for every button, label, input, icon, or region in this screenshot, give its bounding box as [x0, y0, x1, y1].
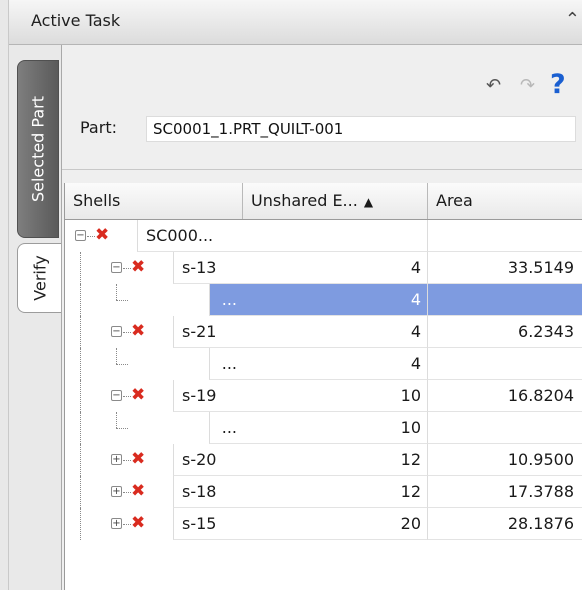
- tree-connector: [87, 236, 95, 237]
- table-row[interactable]: ... 4: [65, 348, 582, 380]
- panel-title-bar: Active Task ⌃: [9, 0, 582, 45]
- redo-icon[interactable]: ↷: [520, 75, 535, 96]
- window-edge: [0, 0, 9, 590]
- unshared-edges-cell[interactable]: 12: [243, 476, 428, 508]
- expand-icon[interactable]: +: [111, 486, 122, 497]
- column-header-area[interactable]: Area: [428, 183, 582, 219]
- unshared-edges-cell[interactable]: 4: [243, 316, 428, 348]
- unshared-edges-cell[interactable]: 4: [243, 348, 428, 380]
- error-x-icon: ✖: [131, 321, 146, 341]
- unshared-edges-cell[interactable]: 12: [243, 444, 428, 476]
- area-cell[interactable]: 28.1876: [428, 508, 582, 540]
- table-row[interactable]: − ✖ s-13 4 33.5149: [65, 252, 582, 284]
- tab-verify[interactable]: Verify: [17, 243, 61, 313]
- area-cell[interactable]: 33.5149: [428, 252, 582, 284]
- tree-connector: [116, 412, 117, 428]
- shell-name-cell[interactable]: s-13: [173, 252, 243, 284]
- area-cell[interactable]: 17.3788: [428, 476, 582, 508]
- column-header-label: Area: [436, 191, 473, 210]
- panel-title: Active Task: [31, 11, 121, 30]
- table-header: Shells Unshared E... ▲ Area: [65, 183, 582, 220]
- tree-connector: [123, 524, 131, 525]
- unshared-edges-cell[interactable]: [243, 220, 428, 252]
- part-field[interactable]: [146, 116, 576, 142]
- tree-connector: [116, 364, 128, 365]
- tree-connector: [80, 252, 81, 284]
- tree-connector: [80, 316, 81, 348]
- shell-name-cell[interactable]: ...: [209, 284, 243, 316]
- table-row[interactable]: − ✖ SC000...: [65, 220, 582, 252]
- area-cell[interactable]: 10.9500: [428, 444, 582, 476]
- shell-name-cell[interactable]: ...: [209, 348, 243, 380]
- table-row[interactable]: ... 10: [65, 412, 582, 444]
- tree-connector: [123, 460, 131, 461]
- table-row[interactable]: + ✖ s-20 12 10.9500: [65, 444, 582, 476]
- error-x-icon: ✖: [131, 481, 146, 501]
- area-cell[interactable]: [428, 220, 582, 252]
- collapse-icon[interactable]: −: [111, 390, 122, 401]
- error-x-icon: ✖: [131, 385, 146, 405]
- table-row[interactable]: − ✖ s-19 10 16.8204: [65, 380, 582, 412]
- collapse-icon[interactable]: −: [111, 262, 122, 273]
- tree-connector: [80, 476, 81, 508]
- tree-connector: [80, 412, 81, 444]
- divider: [62, 169, 582, 170]
- table-row[interactable]: + ✖ s-18 12 17.3788: [65, 476, 582, 508]
- undo-icon[interactable]: ↶: [486, 75, 501, 96]
- area-cell[interactable]: 6.2343: [428, 316, 582, 348]
- tree-connector: [116, 428, 128, 429]
- shell-name-cell[interactable]: SC000...: [137, 220, 243, 252]
- error-x-icon: ✖: [131, 449, 146, 469]
- tree-connector: [116, 300, 128, 301]
- tree-connector: [80, 380, 81, 412]
- expand-icon[interactable]: +: [111, 518, 122, 529]
- error-x-icon: ✖: [131, 513, 146, 533]
- tree-connector: [123, 268, 131, 269]
- tree-connector: [116, 348, 117, 364]
- unshared-edges-cell[interactable]: 20: [243, 508, 428, 540]
- shell-name-cell[interactable]: s-18: [173, 476, 243, 508]
- tree-connector: [123, 396, 131, 397]
- tree-connector: [80, 284, 81, 316]
- shell-name-cell[interactable]: s-15: [173, 508, 243, 540]
- tab-selected-part-label: Selected Part: [28, 95, 48, 203]
- tree-connector: [116, 284, 117, 300]
- column-header-label: Unshared E...: [251, 191, 358, 210]
- tree-connector: [123, 332, 131, 333]
- error-x-icon: ✖: [131, 257, 146, 277]
- double-chevron-up-icon[interactable]: ⌃: [565, 9, 580, 30]
- column-header-label: Shells: [73, 191, 121, 210]
- unshared-edges-cell[interactable]: 4: [243, 252, 428, 284]
- tree-connector: [80, 444, 81, 476]
- collapse-icon[interactable]: −: [111, 326, 122, 337]
- shell-name-cell[interactable]: ...: [209, 412, 243, 444]
- unshared-edges-cell[interactable]: 10: [243, 412, 428, 444]
- error-x-icon: ✖: [95, 225, 110, 245]
- area-cell[interactable]: [428, 348, 582, 380]
- sort-ascending-icon: ▲: [363, 195, 374, 209]
- unshared-edges-cell[interactable]: 10: [243, 380, 428, 412]
- table-row[interactable]: − ✖ s-21 4 6.2343: [65, 316, 582, 348]
- tree-connector: [80, 508, 81, 540]
- table-row[interactable]: ... 4: [65, 284, 582, 316]
- shells-table: Shells Unshared E... ▲ Area − ✖ SC000... − ✖ s…: [64, 183, 582, 590]
- expand-icon[interactable]: +: [111, 454, 122, 465]
- area-cell[interactable]: [428, 284, 582, 316]
- area-cell[interactable]: [428, 412, 582, 444]
- collapse-icon[interactable]: −: [75, 230, 86, 241]
- tab-selected-part[interactable]: Selected Part: [17, 60, 59, 238]
- area-cell[interactable]: 16.8204: [428, 380, 582, 412]
- tree-connector: [80, 348, 81, 380]
- part-label: Part:: [80, 118, 117, 137]
- tree-connector: [123, 492, 131, 493]
- shell-name-cell[interactable]: s-19: [173, 380, 243, 412]
- column-header-unshared-edges[interactable]: Unshared E... ▲: [243, 183, 428, 219]
- tab-verify-label: Verify: [30, 255, 49, 301]
- shell-name-cell[interactable]: s-21: [173, 316, 243, 348]
- column-header-shells[interactable]: Shells: [65, 183, 243, 219]
- unshared-edges-cell[interactable]: 4: [243, 284, 428, 316]
- help-icon[interactable]: ?: [550, 69, 566, 100]
- table-row[interactable]: + ✖ s-15 20 28.1876: [65, 508, 582, 540]
- shell-name-cell[interactable]: s-20: [173, 444, 243, 476]
